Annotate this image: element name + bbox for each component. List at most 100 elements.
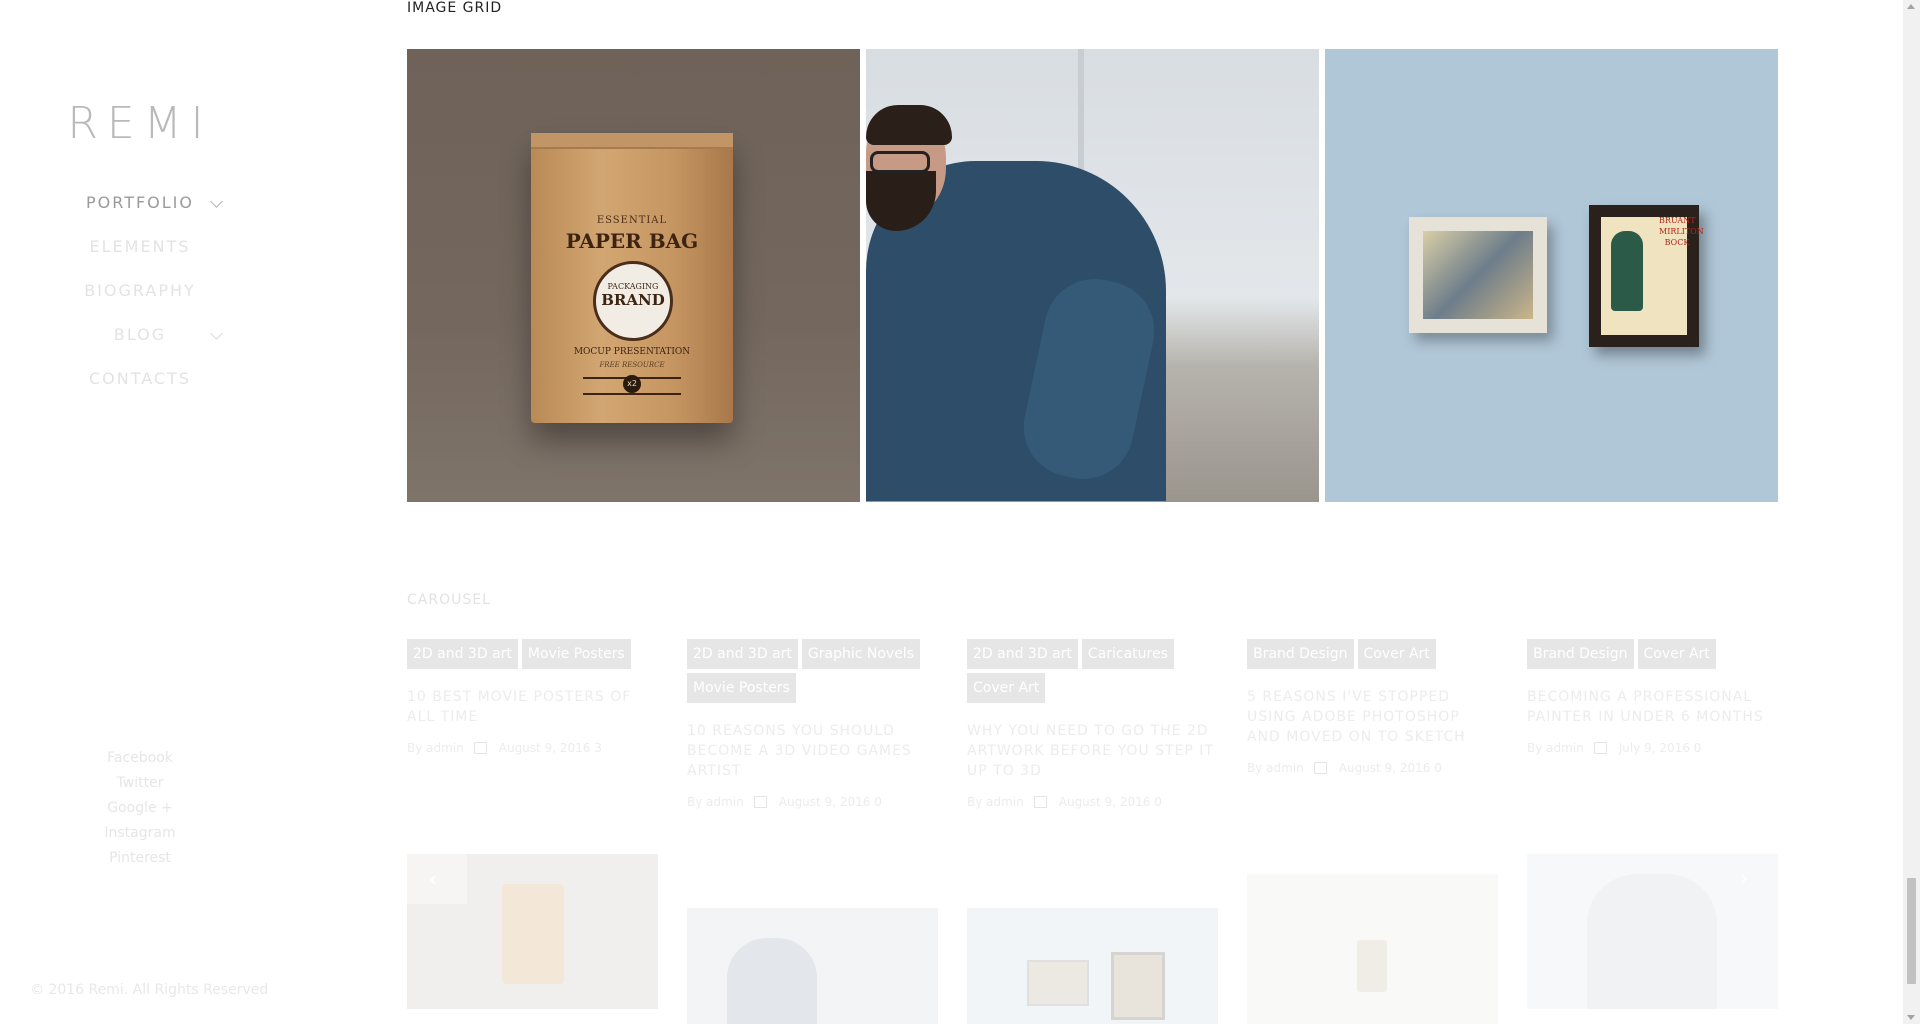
post-title[interactable]: 10 BEST MOVIE POSTERS OF ALL TIME <box>407 687 658 727</box>
post-tags: 2D and 3D art Movie Posters <box>407 639 658 673</box>
calendar-icon <box>753 796 767 808</box>
copyright-text: © 2016 Remi. All Rights Reserved <box>30 982 269 998</box>
post-author[interactable]: By admin <box>967 795 1024 809</box>
post-tag[interactable]: Caricatures <box>1081 639 1174 669</box>
scroll-down-arrow-icon[interactable] <box>1907 1015 1915 1020</box>
thumb-frame-shape <box>1111 952 1165 1020</box>
post-tag[interactable]: Cover Art <box>967 673 1046 703</box>
thumb-person-shape <box>1587 874 1717 1009</box>
social-links: Facebook Twitter Google + Instagram Pint… <box>0 746 280 871</box>
carousel-post: Brand Design Cover Art BECOMING A PROFES… <box>1527 639 1778 755</box>
post-title[interactable]: 10 REASONS YOU SHOULD BECOME A 3D VIDEO … <box>687 721 938 781</box>
grid-image-bearded-man[interactable] <box>866 49 1319 502</box>
post-comments[interactable]: 0 <box>1154 795 1162 809</box>
post-title[interactable]: WHY YOU NEED TO GO THE 2D ARTWORK BEFORE… <box>967 721 1218 781</box>
thumb-bag-shape <box>502 884 564 984</box>
nav-label: BIOGRAPHY <box>84 281 196 300</box>
nav-label: PORTFOLIO <box>86 193 194 212</box>
image-grid-title: IMAGE GRID <box>407 0 503 16</box>
carousel-title: CAROUSEL <box>407 592 491 608</box>
post-tag[interactable]: 2D and 3D art <box>967 639 1078 669</box>
chevron-right-icon: › <box>1740 866 1748 890</box>
post-tag[interactable]: Graphic Novels <box>801 639 920 669</box>
nav-item-portfolio[interactable]: PORTFOLIO <box>0 188 280 232</box>
post-comments[interactable]: 0 <box>874 795 882 809</box>
poster-text: BRUANT MIRLITON BOCK <box>1659 216 1704 247</box>
post-date[interactable]: July 9, 2016 <box>1619 741 1690 755</box>
post-tags: Brand Design Cover Art <box>1527 639 1778 673</box>
carousel-post: 2D and 3D art Caricatures Cover Art WHY … <box>967 639 1218 809</box>
bag-text: BRAND <box>601 291 665 309</box>
post-author[interactable]: By admin <box>1247 761 1304 775</box>
post-title[interactable]: 5 REASONS I'VE STOPPED USING ADOBE PHOTO… <box>1247 687 1498 747</box>
nav-item-blog[interactable]: BLOG <box>0 320 280 364</box>
post-comments[interactable]: 0 <box>1434 761 1442 775</box>
chevron-down-icon[interactable] <box>210 327 223 340</box>
carousel-prev-button[interactable]: ‹ <box>407 854 467 904</box>
social-link-facebook[interactable]: Facebook <box>0 746 280 771</box>
post-tag[interactable]: Movie Posters <box>687 673 796 703</box>
bag-text: MOCUP PRESENTATION <box>573 347 691 357</box>
sidebar: REMI PORTFOLIO ELEMENTS BIOGRAPHY BLOG C… <box>0 0 280 1024</box>
calendar-icon <box>1313 762 1327 774</box>
post-meta: By admin July 9, 2016 0 <box>1527 741 1778 755</box>
post-date[interactable]: August 9, 2016 <box>1059 795 1151 809</box>
post-comments[interactable]: 0 <box>1694 741 1702 755</box>
nav-item-biography[interactable]: BIOGRAPHY <box>0 276 280 320</box>
post-meta: By admin August 9, 2016 0 <box>967 795 1218 809</box>
post-tag[interactable]: Cover Art <box>1357 639 1436 669</box>
nav-item-elements[interactable]: ELEMENTS <box>0 232 280 276</box>
calendar-icon <box>1593 742 1607 754</box>
grid-image-paper-bag[interactable]: ESSENTIAL PAPER BAG PACKAGING BRAND MOCU… <box>407 49 860 502</box>
post-tag[interactable]: 2D and 3D art <box>407 639 518 669</box>
social-link-google-plus[interactable]: Google + <box>0 796 280 821</box>
post-author[interactable]: By admin <box>687 795 744 809</box>
paper-bag-illustration: ESSENTIAL PAPER BAG PACKAGING BRAND MOCU… <box>531 133 733 423</box>
carousel-next-button[interactable]: › <box>1740 866 1748 890</box>
post-tag[interactable]: Cover Art <box>1637 639 1716 669</box>
social-link-twitter[interactable]: Twitter <box>0 771 280 796</box>
chevron-left-icon: ‹ <box>429 867 437 891</box>
poster-art <box>1423 231 1533 319</box>
social-link-pinterest[interactable]: Pinterest <box>0 846 280 871</box>
nav-item-contacts[interactable]: CONTACTS <box>0 364 280 408</box>
carousel-post: 2D and 3D art Graphic Novels Movie Poste… <box>687 639 938 809</box>
nav-label: ELEMENTS <box>89 237 191 256</box>
post-tags: 2D and 3D art Graphic Novels Movie Poste… <box>687 639 938 707</box>
bag-text: PACKAGING <box>607 282 659 291</box>
carousel-thumb-frames[interactable] <box>967 908 1218 1024</box>
post-tag[interactable]: Movie Posters <box>521 639 631 669</box>
bag-text: PAPER BAG <box>565 229 699 253</box>
carousel-post: Brand Design Cover Art 5 REASONS I'VE ST… <box>1247 639 1498 775</box>
bag-text: FREE RESOURCE <box>599 361 665 369</box>
man-hair <box>866 105 952 145</box>
post-title[interactable]: BECOMING A PROFESSIONAL PAINTER IN UNDER… <box>1527 687 1778 727</box>
chevron-down-icon[interactable] <box>210 195 223 208</box>
social-link-instagram[interactable]: Instagram <box>0 821 280 846</box>
page-scrollbar[interactable] <box>1903 0 1920 1024</box>
post-tag[interactable]: Brand Design <box>1527 639 1634 669</box>
post-tag[interactable]: 2D and 3D art <box>687 639 798 669</box>
site-logo[interactable]: REMI <box>0 98 280 149</box>
post-author[interactable]: By admin <box>1527 741 1584 755</box>
poster-frame-dark: BRUANT MIRLITON BOCK <box>1589 205 1704 347</box>
post-tags: 2D and 3D art Caricatures Cover Art <box>967 639 1218 707</box>
bag-top <box>531 133 733 149</box>
grid-image-framed-posters[interactable]: BRUANT MIRLITON BOCK <box>1325 49 1778 502</box>
post-comments[interactable]: 3 <box>594 741 602 755</box>
post-meta: By admin August 9, 2016 0 <box>687 795 938 809</box>
carousel-thumb-tag[interactable] <box>1247 874 1498 1024</box>
post-date[interactable]: August 9, 2016 <box>499 741 591 755</box>
post-tag[interactable]: Brand Design <box>1247 639 1354 669</box>
post-date[interactable]: August 9, 2016 <box>779 795 871 809</box>
nav-label: CONTACTS <box>88 369 192 388</box>
thumb-man-shape <box>727 938 817 1024</box>
bag-text: ESSENTIAL <box>596 215 668 226</box>
thumb-tag-shape <box>1357 940 1387 992</box>
post-author[interactable]: By admin <box>407 741 464 755</box>
bag-badge: PACKAGING BRAND <box>593 261 673 341</box>
scrollbar-thumb[interactable] <box>1907 878 1916 984</box>
carousel-thumb-man[interactable] <box>687 908 938 1024</box>
post-date[interactable]: August 9, 2016 <box>1339 761 1431 775</box>
scroll-up-arrow-icon[interactable] <box>1907 4 1915 9</box>
